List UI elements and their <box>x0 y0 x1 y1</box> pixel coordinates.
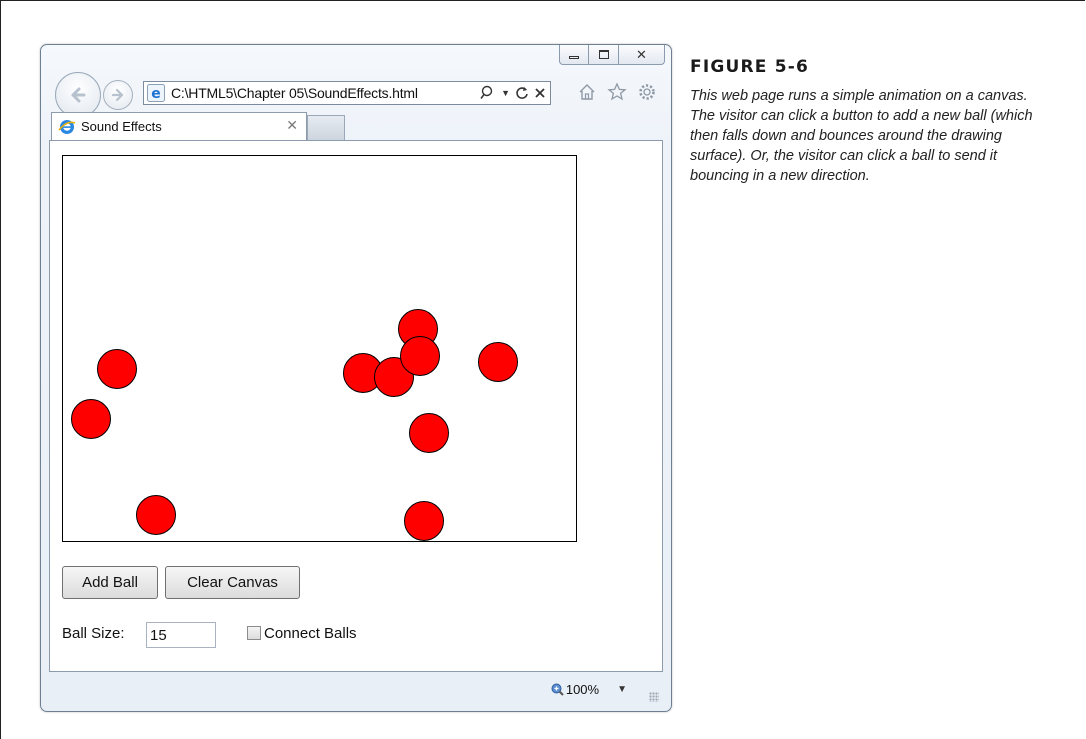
forward-icon <box>111 88 124 102</box>
back-icon <box>71 87 86 103</box>
maximize-icon <box>598 50 609 59</box>
favorites-icon[interactable] <box>607 82 627 102</box>
ball-size-label: Ball Size: <box>62 625 125 642</box>
figure-title: FIGURE 5-6 <box>690 57 810 77</box>
add-ball-button[interactable]: Add Ball <box>62 566 158 599</box>
search-dropdown-icon[interactable]: ▼ <box>501 88 510 98</box>
ie-icon <box>58 119 76 134</box>
ball[interactable] <box>136 495 176 535</box>
address-tools: ▼ <box>480 82 546 104</box>
figure-caption: This web page runs a simple animation on… <box>690 88 1033 184</box>
minimize-button[interactable] <box>559 45 589 65</box>
search-icon[interactable] <box>480 85 496 101</box>
ball[interactable] <box>478 342 518 382</box>
ball[interactable] <box>71 399 111 439</box>
zoom-icon <box>551 683 564 696</box>
ball-size-input[interactable] <box>146 622 216 648</box>
browser-window: ✕ e C:\HTML5\Chapter 05\SoundEffects.htm… <box>40 44 672 712</box>
tab-sound-effects[interactable]: Sound Effects ✕ <box>51 112 307 140</box>
status-bar: 100% ▼ <box>49 672 663 706</box>
tab-title: Sound Effects <box>81 119 162 134</box>
page-content: Add Ball Clear Canvas Ball Size: Connect… <box>49 140 663 672</box>
connect-balls-label: Connect Balls <box>264 625 357 642</box>
resize-grip[interactable] <box>649 692 659 702</box>
ball[interactable] <box>97 349 137 389</box>
close-tab-icon[interactable]: ✕ <box>286 117 298 134</box>
stop-icon[interactable] <box>534 87 546 99</box>
home-icon[interactable] <box>577 82 597 102</box>
clear-canvas-button[interactable]: Clear Canvas <box>165 566 300 599</box>
refresh-icon[interactable] <box>515 86 529 100</box>
address-bar[interactable]: e C:\HTML5\Chapter 05\SoundEffects.html … <box>143 81 551 105</box>
browser-toolbar <box>577 82 657 102</box>
svg-text:e: e <box>151 86 161 102</box>
ball[interactable] <box>404 501 444 541</box>
minimize-icon <box>569 56 579 59</box>
zoom-level[interactable]: 100% <box>566 682 599 697</box>
address-text: C:\HTML5\Chapter 05\SoundEffects.html <box>171 85 418 101</box>
close-icon: ✕ <box>636 47 647 62</box>
tools-icon[interactable] <box>637 82 657 102</box>
new-tab-button[interactable] <box>307 115 345 140</box>
maximize-button[interactable] <box>589 45 619 65</box>
ball[interactable] <box>400 336 440 376</box>
close-window-button[interactable]: ✕ <box>619 45 665 65</box>
forward-button[interactable] <box>103 80 133 110</box>
window-controls: ✕ <box>559 45 665 65</box>
ball[interactable] <box>409 413 449 453</box>
zoom-dropdown-icon[interactable]: ▼ <box>617 684 627 695</box>
connect-balls-checkbox[interactable] <box>247 626 261 640</box>
ie-icon: e <box>147 84 165 102</box>
drawing-canvas[interactable] <box>62 155 577 542</box>
